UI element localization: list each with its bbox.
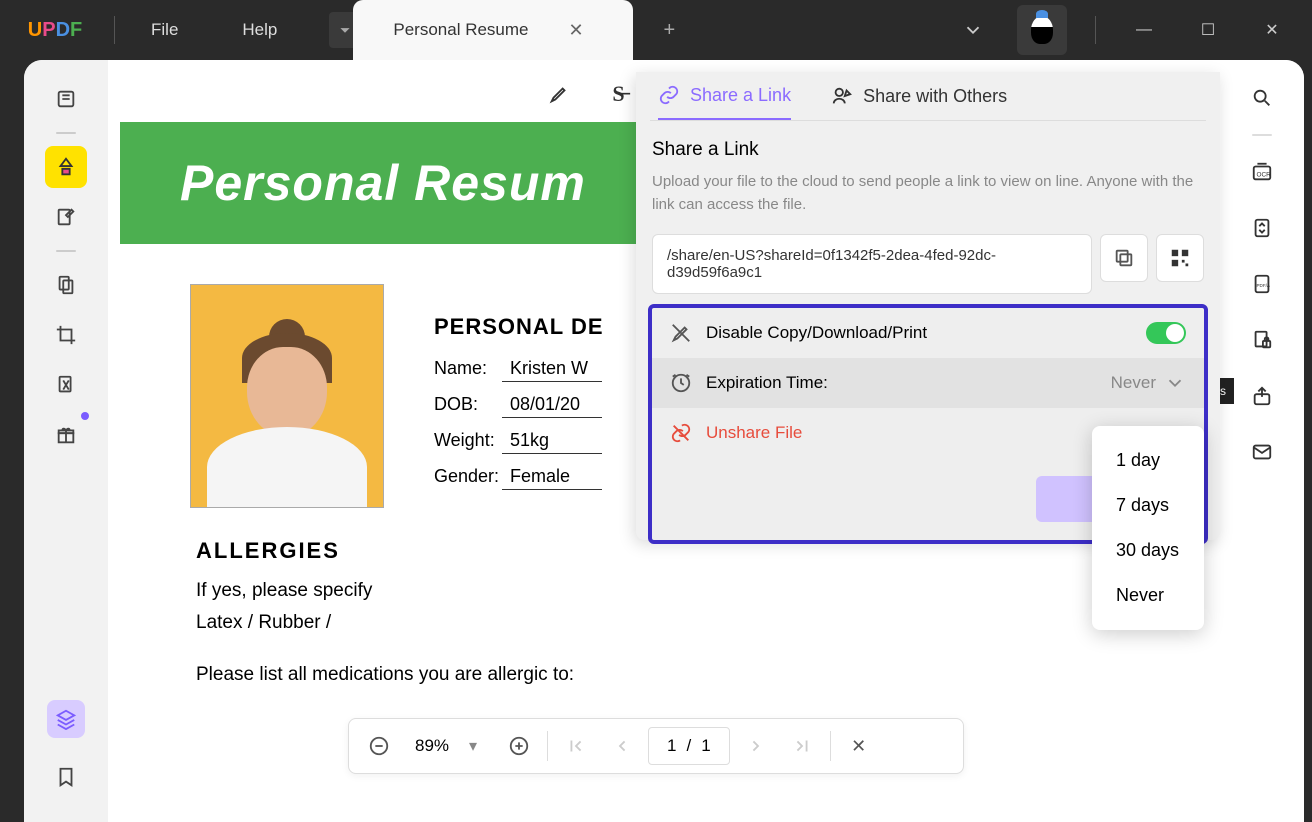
qr-button[interactable] bbox=[1156, 234, 1204, 282]
divider bbox=[1095, 16, 1096, 44]
tab-share-others[interactable]: Share with Others bbox=[831, 84, 1007, 120]
allergies-options: Latex / Rubber / bbox=[196, 612, 1208, 634]
next-page-button[interactable] bbox=[742, 730, 774, 762]
allergies-medications: Please list all medications you are alle… bbox=[196, 664, 1208, 686]
name-value: Kristen W bbox=[502, 358, 602, 382]
prev-page-button[interactable] bbox=[604, 730, 636, 762]
tab-title: Personal Resume bbox=[393, 20, 528, 40]
unlink-icon bbox=[670, 422, 692, 444]
bookmark-tool[interactable] bbox=[45, 756, 87, 798]
dropdown-item-7days[interactable]: 7 days bbox=[1092, 483, 1204, 528]
close-footer-button[interactable]: ✕ bbox=[843, 730, 875, 762]
share-description: Upload your file to the cloud to send pe… bbox=[652, 171, 1204, 216]
zoom-out-button[interactable] bbox=[363, 730, 395, 762]
menu-file[interactable]: File bbox=[119, 20, 210, 40]
separator bbox=[830, 731, 831, 761]
share-icon[interactable] bbox=[1242, 376, 1282, 416]
share-url-input[interactable]: /share/en-US?shareId=0f1342f5-2dea-4fed-… bbox=[652, 234, 1092, 294]
gender-value: Female bbox=[502, 466, 602, 490]
ocr-icon[interactable]: OCR bbox=[1242, 152, 1282, 192]
edit-tool[interactable] bbox=[45, 196, 87, 238]
last-page-button[interactable] bbox=[786, 730, 818, 762]
layers-button[interactable] bbox=[47, 700, 85, 738]
name-label: Name: bbox=[434, 358, 502, 379]
mail-icon[interactable] bbox=[1242, 432, 1282, 472]
chevron-down-icon bbox=[1164, 372, 1186, 394]
user-avatar-button[interactable] bbox=[1017, 5, 1067, 55]
tab-share-link-label: Share a Link bbox=[690, 85, 791, 106]
svg-text:OCR: OCR bbox=[1257, 172, 1272, 179]
reader-tool[interactable] bbox=[45, 78, 87, 120]
disable-copy-label: Disable Copy/Download/Print bbox=[706, 323, 927, 343]
weight-value: 51kg bbox=[502, 430, 602, 454]
gift-tool[interactable] bbox=[45, 414, 87, 456]
tab-close-icon[interactable]: ✕ bbox=[569, 20, 584, 41]
copy-button[interactable] bbox=[1100, 234, 1148, 282]
pdfa-icon[interactable]: PDF/A bbox=[1242, 264, 1282, 304]
avatar-icon bbox=[1031, 16, 1053, 44]
share-heading: Share a Link bbox=[652, 139, 1204, 161]
highlight-tool[interactable] bbox=[45, 146, 87, 188]
left-toolbar bbox=[24, 60, 108, 822]
disable-copy-toggle[interactable] bbox=[1146, 322, 1186, 344]
footer-toolbar: 89% ▾ 1 / 1 ✕ bbox=[348, 718, 964, 774]
total-pages: 1 bbox=[701, 736, 710, 756]
document-tab[interactable]: Personal Resume ✕ bbox=[353, 0, 633, 60]
page-indicator[interactable]: 1 / 1 bbox=[648, 727, 730, 765]
svg-text:PDF/A: PDF/A bbox=[1257, 283, 1271, 288]
copy-icon bbox=[1113, 247, 1135, 269]
highlighter-icon[interactable] bbox=[544, 79, 574, 109]
separator bbox=[56, 250, 76, 252]
new-tab-button[interactable]: + bbox=[649, 10, 689, 50]
dob-label: DOB: bbox=[434, 394, 502, 415]
dob-value: 08/01/20 bbox=[502, 394, 602, 418]
minimize-button[interactable]: — bbox=[1124, 10, 1164, 50]
pages-tool[interactable] bbox=[45, 264, 87, 306]
expiration-dropdown-menu: 1 day 7 days 30 days Never bbox=[1092, 426, 1204, 630]
zoom-dropdown[interactable]: ▾ bbox=[469, 736, 491, 756]
convert-icon[interactable] bbox=[1242, 208, 1282, 248]
protect-icon[interactable] bbox=[1242, 320, 1282, 360]
dropdown-item-30days[interactable]: 30 days bbox=[1092, 528, 1204, 573]
unshare-button[interactable]: Unshare File bbox=[706, 423, 802, 443]
chevron-down-icon[interactable] bbox=[953, 10, 993, 50]
menu-help[interactable]: Help bbox=[210, 20, 309, 40]
close-button[interactable]: ✕ bbox=[1252, 10, 1292, 50]
profile-photo bbox=[190, 284, 384, 508]
zoom-value: 89% bbox=[407, 736, 457, 756]
tab-share-others-label: Share with Others bbox=[863, 86, 1007, 107]
separator bbox=[1252, 134, 1272, 136]
page-separator: / bbox=[686, 736, 691, 756]
expiration-dropdown[interactable]: Never bbox=[1111, 372, 1186, 394]
people-icon bbox=[831, 85, 853, 107]
maximize-button[interactable]: ☐ bbox=[1188, 10, 1228, 50]
current-page: 1 bbox=[667, 736, 676, 756]
title-bar: UPDF File Help Personal Resume ✕ + — ☐ ✕ bbox=[0, 0, 1312, 60]
expiration-value: Never bbox=[1111, 373, 1156, 393]
dropdown-item-never[interactable]: Never bbox=[1092, 573, 1204, 618]
search-icon[interactable] bbox=[1242, 78, 1282, 118]
right-toolbar: OCR PDF/A bbox=[1220, 60, 1304, 822]
expiration-label: Expiration Time: bbox=[706, 373, 828, 393]
first-page-button[interactable] bbox=[560, 730, 592, 762]
tab-share-link[interactable]: Share a Link bbox=[658, 84, 791, 120]
zoom-in-button[interactable] bbox=[503, 730, 535, 762]
link-icon bbox=[658, 84, 680, 106]
app-logo: UPDF bbox=[0, 19, 110, 42]
disable-icon bbox=[670, 322, 692, 344]
separator bbox=[547, 731, 548, 761]
gender-label: Gender: bbox=[434, 466, 502, 487]
strikethrough-icon[interactable]: S̶ bbox=[604, 79, 634, 109]
allergies-question: If yes, please specify bbox=[196, 580, 1208, 602]
dropdown-item-1day[interactable]: 1 day bbox=[1092, 438, 1204, 483]
weight-label: Weight: bbox=[434, 430, 502, 451]
separator bbox=[56, 132, 76, 134]
clock-icon bbox=[670, 372, 692, 394]
documents-tool[interactable] bbox=[45, 364, 87, 406]
qr-icon bbox=[1169, 247, 1191, 269]
section-heading: PERSONAL DE bbox=[434, 314, 604, 340]
divider bbox=[114, 16, 115, 44]
crop-tool[interactable] bbox=[45, 314, 87, 356]
